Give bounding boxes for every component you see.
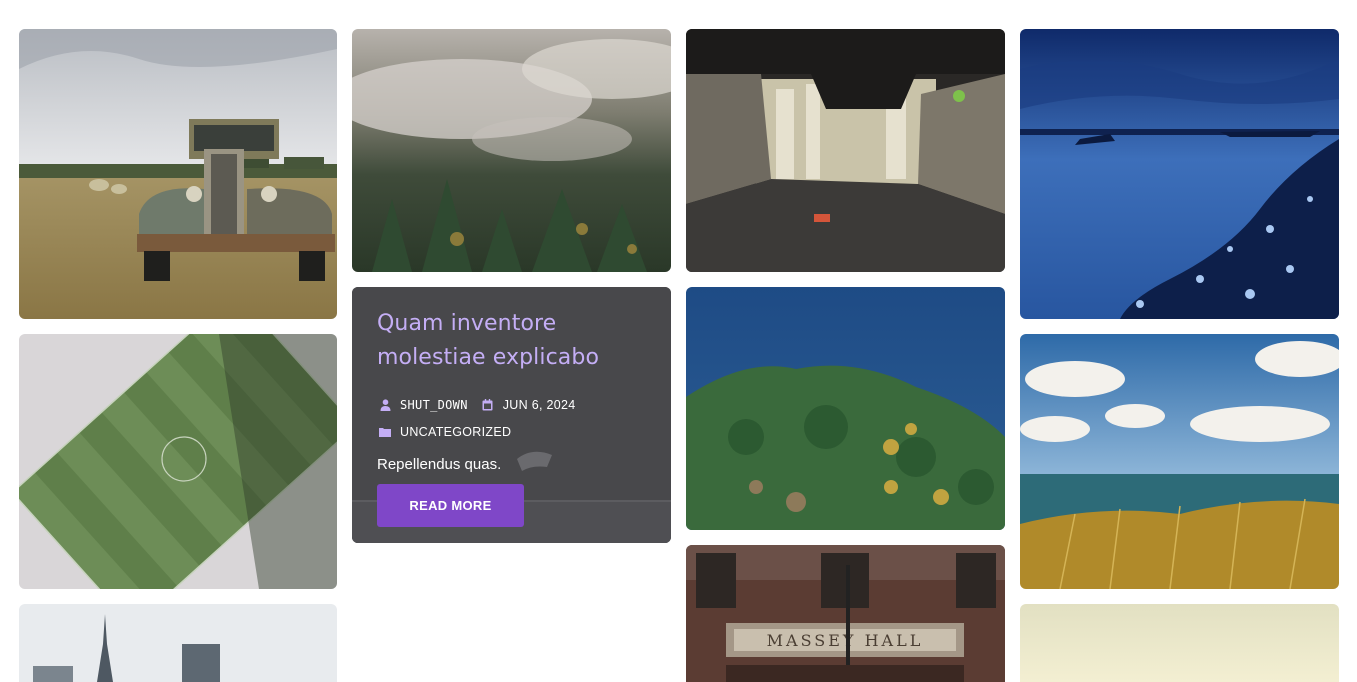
- aerial-soccer-field-photo[interactable]: [19, 334, 337, 589]
- misty-forest-photo[interactable]: [352, 29, 671, 272]
- sign-text: MASSEY HALL: [767, 631, 924, 650]
- aerial-forest-island-photo[interactable]: [686, 287, 1005, 530]
- post-category[interactable]: Uncategorized: [400, 425, 511, 439]
- wooden-tunnel-photo[interactable]: [686, 29, 1005, 272]
- user-icon: [377, 398, 393, 412]
- post-date: Jun 6, 2024: [502, 398, 576, 412]
- rusty-truck-photo[interactable]: [19, 29, 337, 319]
- city-skyline-photo[interactable]: [19, 604, 337, 682]
- calendar-icon: [480, 398, 496, 412]
- blue-coast-photo[interactable]: [1020, 29, 1339, 319]
- post-category-row: Uncategorized: [377, 423, 651, 441]
- post-title[interactable]: Quam inventore molestiae explicabo: [377, 307, 651, 375]
- post-card: Quam inventore molestiae explicabo shut_…: [352, 287, 671, 543]
- post-meta-row: shut_down Jun 6, 2024: [377, 396, 651, 414]
- folder-icon: [377, 425, 393, 439]
- post-excerpt: Repellendus quas.: [377, 456, 502, 473]
- post-author[interactable]: shut_down: [400, 398, 468, 412]
- read-more-button[interactable]: Read More: [377, 484, 524, 527]
- ocean-cliff-photo[interactable]: [1020, 334, 1339, 589]
- hazy-sky-photo[interactable]: [1020, 604, 1339, 682]
- massey-hall-photo[interactable]: MASSEY HALL: [686, 545, 1005, 682]
